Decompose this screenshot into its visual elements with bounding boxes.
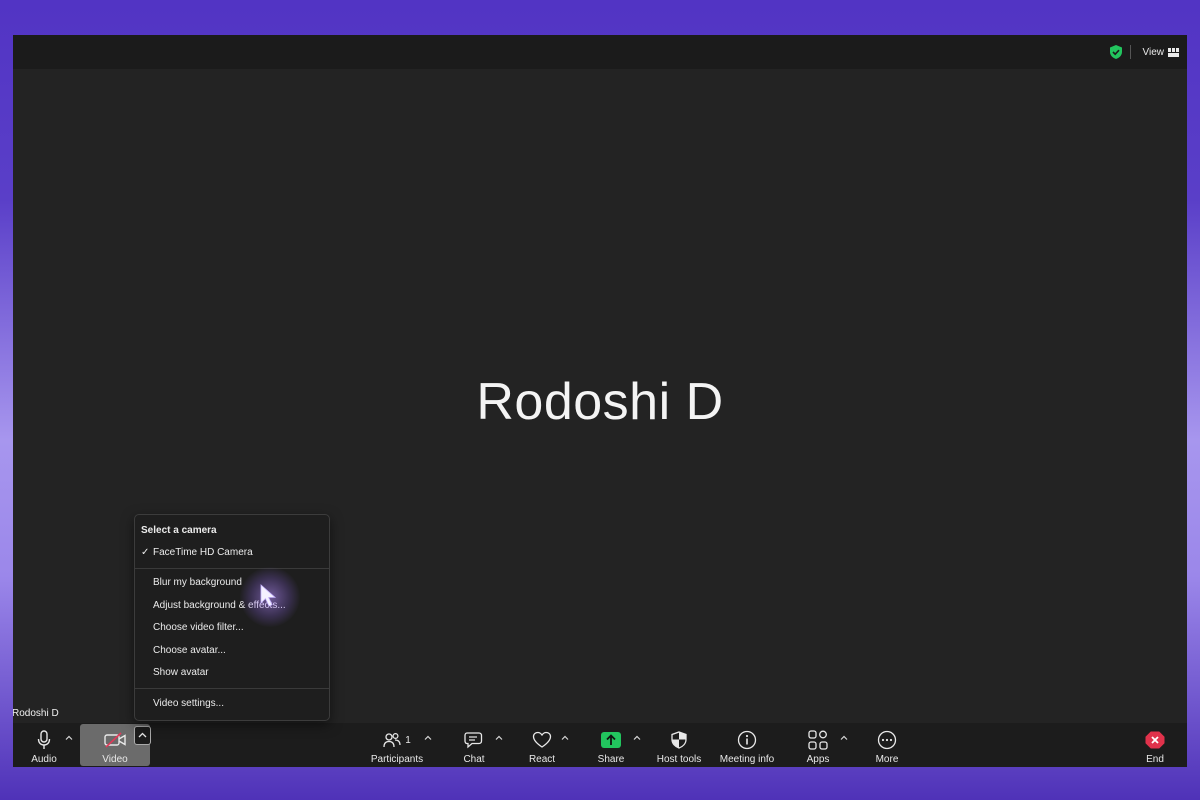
chevron-up-icon: [138, 732, 147, 738]
microphone-icon: [37, 730, 51, 749]
shield-icon: [671, 731, 687, 749]
react-options-caret[interactable]: [559, 730, 571, 744]
share-options-caret[interactable]: [631, 730, 643, 744]
react-button[interactable]: React: [525, 723, 559, 767]
share-label: Share: [597, 754, 625, 765]
chevron-up-icon: [840, 735, 848, 740]
audio-label: Audio: [31, 754, 57, 765]
heart-icon: [532, 731, 552, 748]
video-button[interactable]: Video: [95, 723, 135, 767]
host-tools-label: Host tools: [656, 754, 702, 765]
host-tools-button[interactable]: Host tools: [653, 723, 705, 767]
participants-options-caret[interactable]: [422, 730, 434, 744]
chevron-up-icon: [633, 735, 641, 740]
chevron-up-icon: [561, 735, 569, 740]
camera-options-menu: Select a camera ✓ FaceTime HD Camera Blu…: [134, 514, 330, 721]
menu-item-video-settings[interactable]: Video settings...: [153, 698, 224, 709]
video-options-caret[interactable]: [134, 726, 151, 745]
participant-count: 1: [405, 734, 411, 746]
apps-label: Apps: [806, 754, 830, 765]
menu-item-blur-background[interactable]: Blur my background: [153, 577, 242, 588]
participant-name-display: Rodoshi D: [476, 373, 724, 431]
menu-item-choose-avatar[interactable]: Choose avatar...: [153, 645, 226, 656]
check-icon: ✓: [141, 547, 150, 558]
topbar-divider: [1130, 45, 1131, 59]
audio-button[interactable]: Audio: [27, 723, 61, 767]
view-label: View: [1142, 46, 1165, 58]
chevron-up-icon: [65, 735, 73, 740]
chat-options-caret[interactable]: [493, 730, 505, 744]
end-button[interactable]: End: [1139, 723, 1171, 767]
more-icon: [877, 730, 897, 750]
apps-button[interactable]: Apps: [801, 723, 835, 767]
info-icon: [737, 730, 757, 750]
react-label: React: [528, 754, 556, 765]
meeting-info-label: Meeting info: [719, 754, 775, 765]
menu-divider: [135, 568, 329, 569]
more-label: More: [875, 754, 899, 765]
menu-header: Select a camera: [141, 525, 217, 536]
chat-label: Chat: [463, 754, 485, 765]
participants-button[interactable]: 1 Participants: [365, 723, 429, 767]
chat-icon: [464, 732, 483, 749]
chevron-up-icon: [495, 735, 503, 740]
video-off-icon: [104, 732, 126, 748]
shield-check-icon[interactable]: [1108, 44, 1124, 60]
apps-options-caret[interactable]: [838, 730, 850, 744]
share-button[interactable]: Share: [594, 723, 628, 767]
chat-button[interactable]: Chat: [457, 723, 491, 767]
audio-options-caret[interactable]: [63, 730, 75, 744]
more-button[interactable]: More: [870, 723, 904, 767]
meeting-info-button[interactable]: Meeting info: [717, 723, 777, 767]
share-screen-icon: [601, 732, 621, 748]
camera-option-facetime[interactable]: FaceTime HD Camera: [153, 547, 253, 558]
meeting-toolbar: Audio Video 1 Participants Chat React Sh…: [13, 723, 1187, 767]
grid-view-icon: [1168, 47, 1179, 57]
menu-divider: [135, 688, 329, 689]
chevron-up-icon: [424, 735, 432, 740]
apps-icon: [808, 730, 828, 750]
top-bar: View: [13, 35, 1187, 69]
cursor-arrow-icon: [260, 584, 277, 607]
end-label: End: [1146, 754, 1164, 765]
participant-tile-label: Rodoshi D: [13, 708, 59, 719]
view-button[interactable]: View: [1142, 43, 1179, 61]
video-label: Video: [102, 754, 128, 765]
end-icon: [1145, 731, 1165, 749]
menu-item-show-avatar[interactable]: Show avatar: [153, 667, 209, 678]
participants-icon: [383, 732, 401, 748]
menu-item-video-filter[interactable]: Choose video filter...: [153, 622, 244, 633]
participants-label: Participants: [370, 754, 424, 765]
